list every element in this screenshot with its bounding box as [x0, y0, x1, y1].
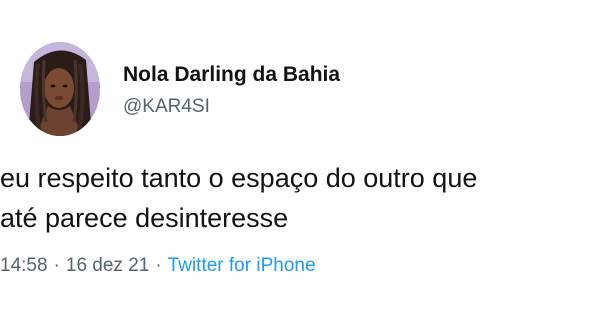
tweet-card: Nola Darling da Bahia @KAR4SI eu respeit… [0, 0, 615, 322]
tweet-source-link[interactable]: Twitter for iPhone [168, 255, 316, 276]
author-display-name[interactable]: Nola Darling da Bahia [123, 63, 340, 87]
author-handle[interactable]: @KAR4SI [123, 96, 210, 118]
tweet-date[interactable]: 16 dez 21 [66, 255, 149, 276]
tweet-text-line: eu respeito tanto o espaço do outro que [0, 163, 478, 193]
meta-separator: · [53, 255, 60, 276]
avatar[interactable] [20, 42, 100, 136]
meta-separator: · [155, 255, 162, 276]
tweet-meta: 14:58 · 16 dez 21 · Twitter for iPhone [0, 255, 316, 277]
tweet-text-line: até parece desinteresse [0, 203, 289, 233]
avatar-photo [20, 42, 100, 136]
tweet-text: eu respeito tanto o espaço do outro que … [0, 158, 615, 238]
tweet-time[interactable]: 14:58 [0, 255, 48, 276]
